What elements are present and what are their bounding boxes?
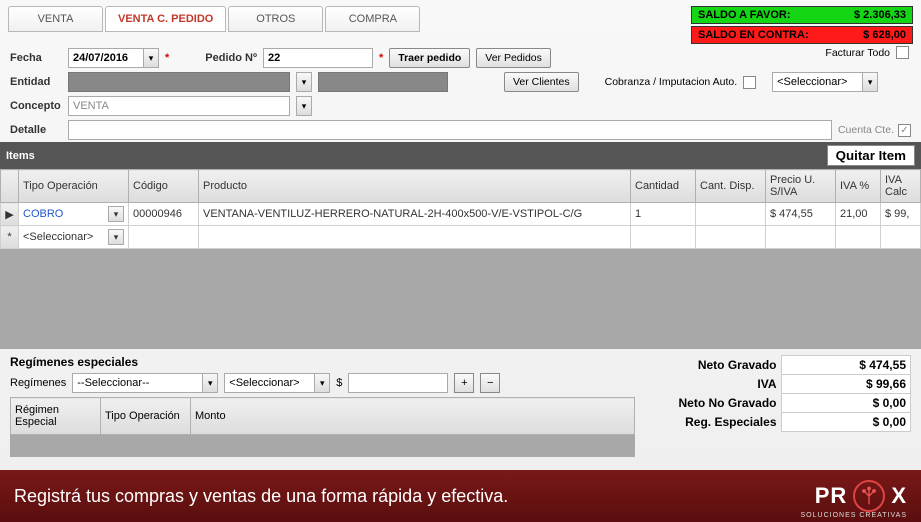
tab-otros[interactable]: OTROS <box>228 6 323 32</box>
regimenes-amount-input[interactable] <box>348 373 448 393</box>
neto-gravado-label: Neto Gravado <box>641 356 781 375</box>
entidad-dropdown-icon[interactable]: ▾ <box>296 72 312 92</box>
brand-logo: PR X <box>815 480 907 512</box>
pedido-input[interactable] <box>263 48 373 68</box>
regimenes-label: Regímenes <box>10 377 66 389</box>
col-producto[interactable]: Producto <box>199 170 631 203</box>
fecha-dropdown-icon[interactable]: ▾ <box>143 48 159 68</box>
saldo-contra-value: $ 628,00 <box>822 27 912 43</box>
items-grid[interactable]: Tipo Operación Código Producto Cantidad … <box>0 169 921 349</box>
saldo-favor-label: SALDO A FAVOR: <box>692 7 822 23</box>
cell-iva[interactable]: 21,00 <box>836 203 881 226</box>
quitar-item-button[interactable]: Quitar Item <box>827 145 915 166</box>
reg-especiales-value: $ 0,00 <box>781 413 911 432</box>
cobranza-label: Cobranza / Imputacion Auto. <box>605 76 738 88</box>
regimenes-select2[interactable] <box>224 373 314 393</box>
cell-producto[interactable]: VENTANA-VENTILUZ-HERRERO-NATURAL-2H-400x… <box>199 203 631 226</box>
col-precio[interactable]: Precio U. S/IVA <box>766 170 836 203</box>
footer-banner: Registrá tus compras y ventas de una for… <box>0 470 921 522</box>
tab-venta-c-pedido[interactable]: VENTA C. PEDIDO <box>105 6 226 32</box>
tab-venta[interactable]: VENTA <box>8 6 103 32</box>
saldo-contra: SALDO EN CONTRA: $ 628,00 <box>691 26 913 44</box>
chevron-down-icon[interactable]: ▾ <box>108 206 124 222</box>
cuenta-cte-label: Cuenta Cte. <box>838 124 894 136</box>
reg-col-tipo[interactable]: Tipo Operación <box>101 398 191 435</box>
concepto-dropdown-icon[interactable]: ▾ <box>296 96 312 116</box>
col-cantidad[interactable]: Cantidad <box>631 170 696 203</box>
cuenta-cte-checkbox[interactable] <box>898 124 911 137</box>
pedido-label: Pedido Nº <box>205 52 257 64</box>
saldo-contra-label: SALDO EN CONTRA: <box>692 27 822 43</box>
reg-especiales-label: Reg. Especiales <box>641 413 781 432</box>
detalle-label: Detalle <box>10 124 62 136</box>
regimenes-select[interactable] <box>72 373 202 393</box>
table-row[interactable]: ▶ COBRO▾ 00000946 VENTANA-VENTILUZ-HERRE… <box>1 203 921 226</box>
cell-tipo-new[interactable]: <Seleccionar>▾ <box>19 226 129 249</box>
chevron-down-icon[interactable]: ▾ <box>108 229 124 245</box>
traer-pedido-button[interactable]: Traer pedido <box>389 48 470 68</box>
concepto-label: Concepto <box>10 100 62 112</box>
tab-compra[interactable]: COMPRA <box>325 6 420 32</box>
row-marker: * <box>1 226 19 249</box>
reg-col-monto[interactable]: Monto <box>191 398 635 435</box>
neto-no-gravado-label: Neto No Gravado <box>641 394 781 413</box>
add-regimen-button[interactable]: + <box>454 373 474 393</box>
fecha-input[interactable] <box>68 48 143 68</box>
saldo-favor-value: $ 2.306,33 <box>822 7 912 23</box>
dollar-label: $ <box>336 377 342 389</box>
required-marker: * <box>379 52 383 64</box>
chevron-down-icon[interactable]: ▾ <box>314 373 330 393</box>
saldo-favor: SALDO A FAVOR: $ 2.306,33 <box>691 6 913 24</box>
neto-no-gravado-value: $ 0,00 <box>781 394 911 413</box>
reg-col-regimen[interactable]: Régimen Especial <box>11 398 101 435</box>
cobranza-checkbox[interactable] <box>743 76 756 89</box>
detalle-input[interactable] <box>68 120 832 140</box>
regimenes-grid[interactable]: Régimen Especial Tipo Operación Monto <box>10 397 635 457</box>
cell-precio[interactable]: $ 474,55 <box>766 203 836 226</box>
cobranza-dropdown-icon[interactable]: ▾ <box>862 72 878 92</box>
row-marker-header <box>1 170 19 203</box>
col-tipo[interactable]: Tipo Operación <box>19 170 129 203</box>
cell-cantidad[interactable]: 1 <box>631 203 696 226</box>
cell-codigo[interactable]: 00000946 <box>129 203 199 226</box>
iva-label: IVA <box>641 375 781 394</box>
concepto-input[interactable] <box>68 96 290 116</box>
neto-gravado-value: $ 474,55 <box>781 356 911 375</box>
col-codigo[interactable]: Código <box>129 170 199 203</box>
remove-regimen-button[interactable]: − <box>480 373 500 393</box>
brand-post: X <box>891 483 907 509</box>
entidad-label: Entidad <box>10 76 62 88</box>
col-ivacalc[interactable]: IVA Calc <box>881 170 921 203</box>
cobranza-select[interactable] <box>772 72 862 92</box>
brand-sub: SOLUCIONES CREATIVAS <box>801 512 907 519</box>
col-iva[interactable]: IVA % <box>836 170 881 203</box>
required-marker: * <box>165 52 169 64</box>
brand-pre: PR <box>815 483 848 509</box>
entidad-code-input[interactable] <box>318 72 448 92</box>
cell-ivacalc[interactable]: $ 99, <box>881 203 921 226</box>
brand-icon <box>853 480 885 512</box>
fecha-label: Fecha <box>10 52 62 64</box>
items-title: Items <box>6 150 35 162</box>
ver-pedidos-button[interactable]: Ver Pedidos <box>476 48 551 68</box>
facturar-todo-checkbox[interactable] <box>896 46 909 59</box>
footer-text: Registrá tus compras y ventas de una for… <box>14 486 508 507</box>
chevron-down-icon[interactable]: ▾ <box>202 373 218 393</box>
entidad-input[interactable] <box>68 72 290 92</box>
cell-tipo[interactable]: COBRO▾ <box>19 203 129 226</box>
cell-disp[interactable] <box>696 203 766 226</box>
iva-value: $ 99,66 <box>781 375 911 394</box>
ver-clientes-button[interactable]: Ver Clientes <box>504 72 579 92</box>
row-marker: ▶ <box>1 203 19 226</box>
table-row-new[interactable]: * <Seleccionar>▾ <box>1 226 921 249</box>
facturar-todo-label: Facturar Todo <box>825 47 890 59</box>
regimenes-title: Regímenes especiales <box>10 355 635 369</box>
col-disp[interactable]: Cant. Disp. <box>696 170 766 203</box>
